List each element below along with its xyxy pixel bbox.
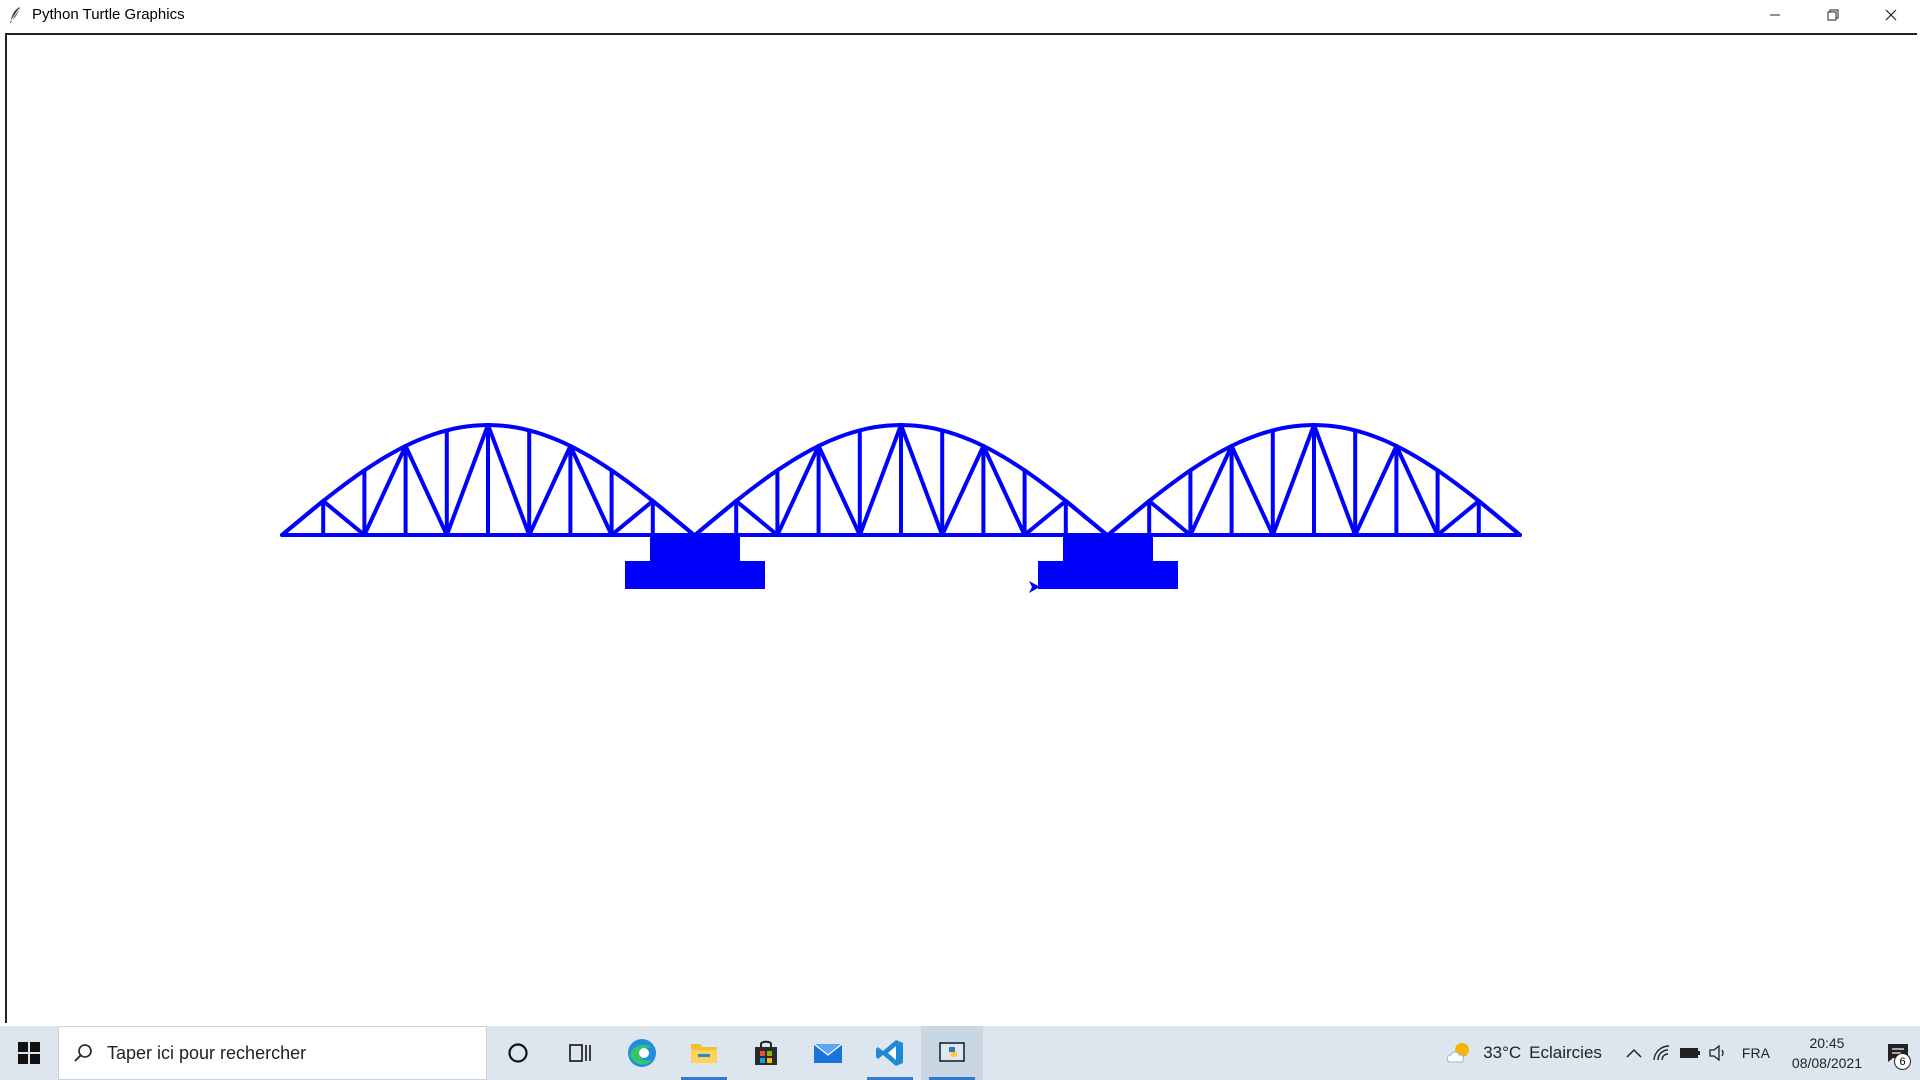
bridge-diagonal xyxy=(1312,423,1358,537)
windows-icon xyxy=(18,1042,40,1064)
python-icon xyxy=(939,1042,965,1062)
bridge-diagonal xyxy=(650,499,696,537)
feather-icon xyxy=(10,6,20,23)
taskbar-mail[interactable] xyxy=(797,1026,859,1080)
taskbar-python[interactable] xyxy=(921,1026,983,1080)
minimize-icon xyxy=(1770,14,1780,15)
bridge-pier-base xyxy=(625,561,765,589)
restore-icon xyxy=(1827,9,1839,20)
bridge-diagonal xyxy=(486,423,532,537)
bridge-diagonal xyxy=(693,499,739,537)
bridge-diagonal xyxy=(1147,499,1193,537)
bridge-diagonal xyxy=(1022,499,1068,537)
bridge-diagonal xyxy=(1063,499,1109,537)
network-button[interactable] xyxy=(1648,1026,1676,1080)
bridge-diagonal xyxy=(816,444,862,537)
restore-button[interactable] xyxy=(1804,0,1862,29)
bridge-diagonal xyxy=(1435,499,1481,537)
taskbar: 33°C Eclaircies FRA 20 xyxy=(0,1026,1920,1080)
show-hidden-icons-button[interactable] xyxy=(1620,1026,1648,1080)
search-icon xyxy=(73,1043,93,1063)
clock[interactable]: 20:45 08/08/2021 xyxy=(1792,1033,1862,1073)
start-button[interactable] xyxy=(0,1026,58,1080)
bridge-pier-base xyxy=(1038,561,1178,589)
bridge-pier-top xyxy=(650,535,740,561)
taskbar-vscode[interactable] xyxy=(859,1026,921,1080)
bridge-diagonal xyxy=(403,444,449,537)
bridge-diagonal xyxy=(940,444,986,537)
store-icon xyxy=(755,1040,777,1065)
taskbar-edge[interactable] xyxy=(611,1026,673,1080)
bridge-diagonal xyxy=(1353,444,1399,537)
weather-temperature: 33°C xyxy=(1483,1043,1522,1062)
edge-icon xyxy=(628,1039,656,1067)
notification-badge: 6 xyxy=(1894,1053,1911,1070)
taskbar-store[interactable] xyxy=(735,1026,797,1080)
clock-time: 20:45 xyxy=(1809,1035,1845,1051)
speaker-icon xyxy=(1709,1045,1724,1061)
clock-date: 08/08/2021 xyxy=(1791,1055,1862,1071)
bridge-diagonal xyxy=(1106,499,1152,537)
bridge-diagonal xyxy=(527,444,573,537)
taskbar-search[interactable] xyxy=(58,1026,487,1080)
bridge-diagonal xyxy=(899,423,945,537)
system-tray: 33°C Eclaircies FRA 20:45 08/08/2021 6 xyxy=(1445,1026,1920,1080)
weather-widget[interactable]: 33°C Eclaircies xyxy=(1445,1040,1602,1066)
bridge-diagonal xyxy=(280,499,326,537)
taskbar-file-explorer[interactable] xyxy=(673,1026,735,1080)
battery-button[interactable] xyxy=(1676,1026,1704,1080)
search-input[interactable] xyxy=(105,1041,469,1065)
mail-icon xyxy=(813,1043,843,1063)
battery-icon xyxy=(1679,1048,1700,1058)
weather-condition: Eclaircies xyxy=(1529,1043,1602,1062)
taskbar-task-view[interactable] xyxy=(549,1026,611,1080)
input-language[interactable]: FRA xyxy=(1742,1045,1770,1061)
window-titlebar[interactable]: Python Turtle Graphics xyxy=(0,0,1920,29)
bridge-diagonal xyxy=(857,423,903,537)
bridge-pier-top xyxy=(1063,535,1153,561)
circle-icon xyxy=(508,1043,528,1063)
notification-center-button[interactable]: 6 xyxy=(1876,1026,1920,1080)
window-title: Python Turtle Graphics xyxy=(32,6,185,23)
turtle-canvas[interactable] xyxy=(5,33,1917,1023)
bridge-diagonal xyxy=(321,499,367,537)
bridge-drawing xyxy=(280,422,1522,593)
wifi-icon xyxy=(1653,1045,1669,1061)
bridge-diagonal xyxy=(1270,423,1316,537)
close-button[interactable] xyxy=(1862,0,1920,29)
bridge-diagonal xyxy=(1476,499,1522,537)
task-view-icon xyxy=(569,1044,591,1062)
bridge-diagonal xyxy=(609,499,655,537)
bridge-diagonal xyxy=(444,423,490,537)
volume-button[interactable] xyxy=(1704,1026,1732,1080)
bridge-diagonal xyxy=(1229,444,1275,537)
window-controls xyxy=(1746,0,1920,29)
chevron-up-icon xyxy=(1626,1048,1642,1058)
minimize-button[interactable] xyxy=(1746,0,1804,29)
vscode-icon xyxy=(876,1040,903,1066)
close-icon xyxy=(1885,9,1897,20)
taskbar-cortana[interactable] xyxy=(487,1026,549,1080)
folder-icon xyxy=(691,1044,717,1063)
partly-sunny-icon xyxy=(1446,1043,1470,1063)
bridge-diagonal xyxy=(734,499,780,537)
